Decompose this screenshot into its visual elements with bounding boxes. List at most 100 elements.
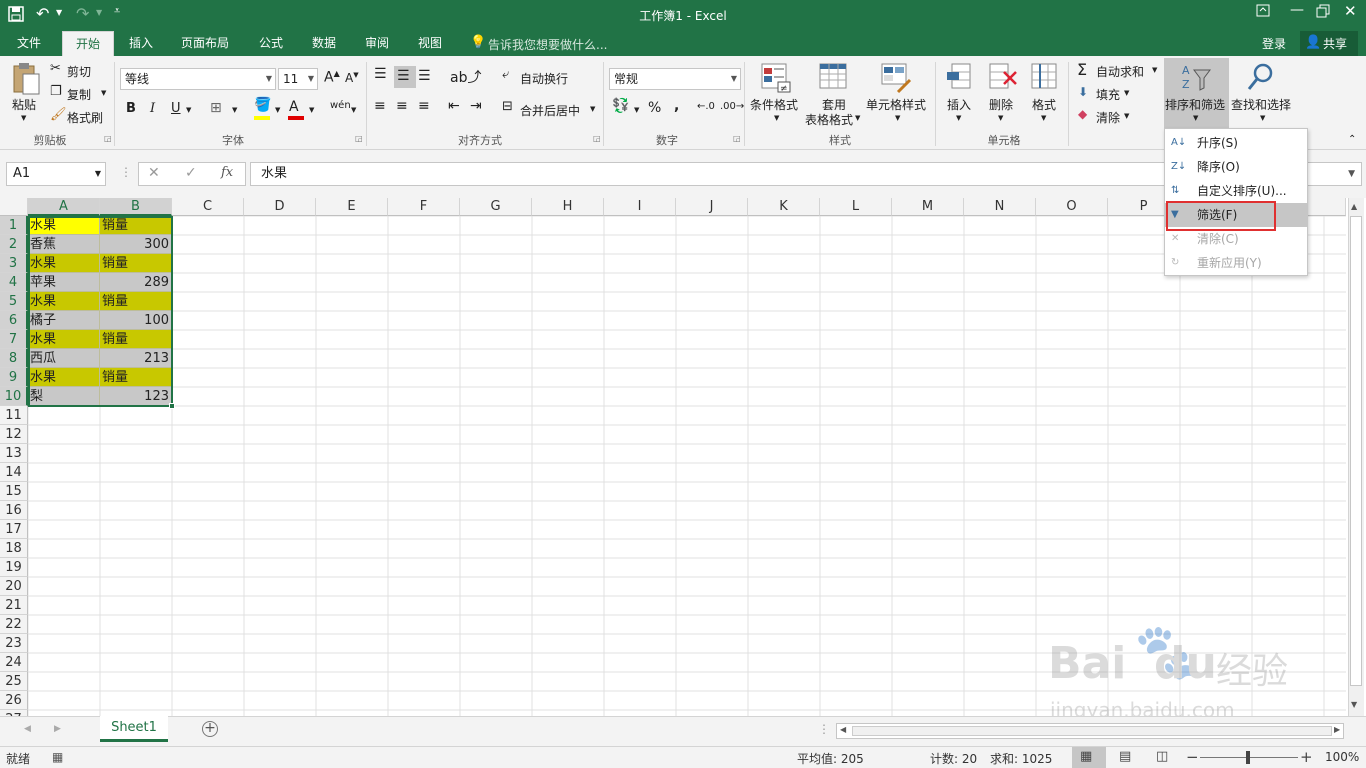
- confirm-entry-icon[interactable]: ✓: [185, 165, 197, 181]
- horizontal-scroll-thumb[interactable]: [852, 726, 1332, 736]
- login-link[interactable]: 登录: [1262, 35, 1286, 52]
- row-header[interactable]: 12: [0, 425, 28, 444]
- table-format-dropdown-icon[interactable]: ▼: [855, 114, 860, 122]
- row-header[interactable]: 2: [0, 235, 28, 254]
- row-header[interactable]: 9: [0, 368, 28, 387]
- find-select-dropdown-icon[interactable]: ▼: [1260, 114, 1265, 122]
- row-header[interactable]: 24: [0, 653, 28, 672]
- restore-icon[interactable]: [1316, 4, 1330, 18]
- row-header[interactable]: 3: [0, 254, 28, 273]
- merge-dropdown-icon[interactable]: ▼: [590, 105, 595, 113]
- vertical-scroll-thumb[interactable]: [1350, 216, 1362, 686]
- number-format-combo[interactable]: 常规 ▼: [609, 68, 741, 90]
- autosum-dropdown-icon[interactable]: ▼: [1152, 66, 1157, 74]
- next-sheet-icon[interactable]: ▶: [54, 724, 61, 734]
- page-break-view-icon[interactable]: ◫: [1156, 749, 1168, 764]
- tab-page-layout[interactable]: 页面布局: [170, 31, 240, 56]
- cut-button[interactable]: 剪切: [67, 63, 91, 80]
- column-header-j[interactable]: J: [676, 198, 748, 216]
- tab-view[interactable]: 视图: [409, 31, 451, 56]
- format-as-table-icon[interactable]: [818, 62, 850, 94]
- underline-button[interactable]: U: [171, 101, 181, 116]
- align-left-icon[interactable]: ≡: [374, 98, 386, 114]
- paste-dropdown-icon[interactable]: ▼: [21, 114, 26, 122]
- font-launcher-icon[interactable]: ◲: [355, 134, 363, 143]
- fill-handle[interactable]: [169, 403, 175, 409]
- zoom-level[interactable]: 100%: [1325, 750, 1359, 764]
- menu-item-custom-sort[interactable]: ⇅ 自定义排序(U)...: [1165, 179, 1307, 203]
- phonetic-dropdown-icon[interactable]: ▼: [351, 106, 356, 114]
- comma-button[interactable]: ,: [674, 98, 679, 114]
- font-name-combo[interactable]: 等线 ▼: [120, 68, 276, 90]
- redo-icon[interactable]: ↷: [76, 4, 89, 23]
- font-color-icon[interactable]: A: [289, 99, 299, 115]
- menu-item-sort-desc[interactable]: Z↓ 降序(O): [1165, 155, 1307, 179]
- row-header[interactable]: 5: [0, 292, 28, 311]
- prev-sheet-icon[interactable]: ◀: [24, 724, 31, 734]
- format-dropdown-icon[interactable]: ▼: [1041, 114, 1046, 122]
- underline-dropdown-icon[interactable]: ▼: [186, 106, 191, 114]
- insert-function-icon[interactable]: fx: [221, 165, 233, 180]
- menu-item-sort-asc[interactable]: A↓ 升序(S): [1165, 131, 1307, 155]
- ribbon-display-icon[interactable]: [1256, 4, 1270, 18]
- wrap-text-button[interactable]: 自动换行: [520, 70, 568, 87]
- row-header[interactable]: 16: [0, 501, 28, 520]
- copy-dropdown-icon[interactable]: ▼: [101, 89, 106, 97]
- clear-button[interactable]: 清除: [1096, 109, 1120, 126]
- zoom-in-icon[interactable]: +: [1300, 748, 1313, 766]
- fill-dropdown-icon[interactable]: ▼: [1124, 89, 1129, 97]
- row-header[interactable]: 18: [0, 539, 28, 558]
- undo-dropdown-icon[interactable]: ▼: [56, 8, 62, 17]
- column-header-b[interactable]: B: [100, 198, 172, 216]
- column-header-d[interactable]: D: [244, 198, 316, 216]
- scroll-down-icon[interactable]: ▼: [1351, 698, 1363, 712]
- column-header-e[interactable]: E: [316, 198, 388, 216]
- tab-data[interactable]: 数据: [303, 31, 345, 56]
- fill-button[interactable]: 填充: [1096, 86, 1120, 103]
- tab-formulas[interactable]: 公式: [250, 31, 292, 56]
- format-as-table-label-2[interactable]: 表格格式: [805, 111, 853, 128]
- italic-button[interactable]: I: [150, 101, 155, 116]
- conditional-format-button[interactable]: 条件格式: [750, 96, 798, 113]
- scroll-left-icon[interactable]: ◀: [840, 725, 846, 734]
- delete-cells-icon[interactable]: [988, 62, 1018, 92]
- orientation-icon[interactable]: ab⤴: [450, 67, 481, 87]
- sheet-tab-sheet1[interactable]: Sheet1: [100, 716, 168, 742]
- merge-center-button[interactable]: 合并后居中: [520, 102, 580, 119]
- minimize-icon[interactable]: —: [1290, 2, 1304, 18]
- delete-cells-button[interactable]: 删除: [989, 96, 1013, 113]
- column-header-g[interactable]: G: [460, 198, 532, 216]
- borders-icon[interactable]: ⊞: [210, 100, 222, 116]
- number-launcher-icon[interactable]: ◲: [733, 134, 741, 143]
- cancel-entry-icon[interactable]: ✕: [148, 165, 160, 181]
- row-header[interactable]: 19: [0, 558, 28, 577]
- row-header[interactable]: 7: [0, 330, 28, 349]
- autosum-button[interactable]: 自动求和: [1096, 63, 1144, 80]
- zoom-slider-thumb[interactable]: [1246, 751, 1250, 764]
- row-header[interactable]: 21: [0, 596, 28, 615]
- decrease-indent-icon[interactable]: ⇤: [448, 98, 460, 114]
- font-size-combo[interactable]: 11 ▼: [278, 68, 318, 90]
- clear-dropdown-icon[interactable]: ▼: [1124, 112, 1129, 120]
- column-header-c[interactable]: C: [172, 198, 244, 216]
- page-layout-view-icon[interactable]: ▤: [1119, 749, 1131, 764]
- conditional-dropdown-icon[interactable]: ▼: [774, 114, 779, 122]
- row-header[interactable]: 20: [0, 577, 28, 596]
- cell-styles-icon[interactable]: [880, 62, 912, 94]
- copy-button[interactable]: 复制: [67, 86, 91, 103]
- currency-icon[interactable]: 💱: [612, 98, 629, 114]
- column-header-n[interactable]: N: [964, 198, 1036, 216]
- increase-decimal-icon[interactable]: ←.0: [697, 101, 715, 112]
- row-header[interactable]: 1: [0, 216, 28, 235]
- column-header-h[interactable]: H: [532, 198, 604, 216]
- collapse-ribbon-icon[interactable]: ⌃: [1348, 134, 1356, 145]
- column-header-k[interactable]: K: [748, 198, 820, 216]
- column-header-o[interactable]: O: [1036, 198, 1108, 216]
- align-center-icon[interactable]: ≡: [396, 98, 408, 114]
- find-select-button[interactable]: 查找和选择: [1231, 96, 1291, 113]
- paste-icon[interactable]: [10, 62, 42, 96]
- align-right-icon[interactable]: ≡: [418, 98, 430, 114]
- delete-dropdown-icon[interactable]: ▼: [998, 114, 1003, 122]
- row-header[interactable]: 22: [0, 615, 28, 634]
- percent-button[interactable]: %: [648, 100, 661, 116]
